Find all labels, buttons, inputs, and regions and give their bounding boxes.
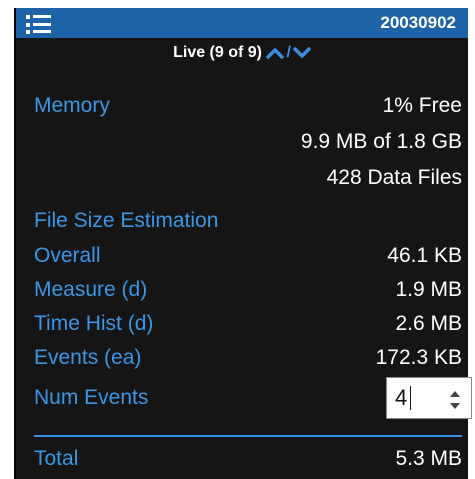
num-events-row: Num Events 4 [34, 377, 472, 419]
chevron-down-icon[interactable] [293, 46, 311, 60]
data-files-count: 428 Data Files [326, 166, 462, 189]
memory-row: Memory 1% Free [34, 89, 462, 123]
memory-usage-row: 9.9 MB of 1.8 GB [34, 125, 462, 159]
text-caret [410, 386, 411, 410]
estimation-row-overall: Overall 46.1 KB [34, 239, 462, 273]
overall-label: Overall [34, 244, 101, 267]
total-value: 5.3 MB [395, 447, 462, 470]
time-hist-label: Time Hist (d) [34, 312, 154, 335]
num-events-stepper[interactable]: 4 [386, 377, 472, 419]
background-window [0, 0, 475, 8]
estimation-heading: File Size Estimation [34, 209, 219, 232]
spinner-arrows-icon[interactable] [449, 388, 461, 410]
estimation-heading-row: File Size Estimation [34, 204, 462, 238]
memory-label: Memory [34, 94, 110, 117]
estimation-row-measure: Measure (d) 1.9 MB [34, 273, 462, 307]
live-label: Live (9 of 9) [173, 44, 262, 61]
title-bar: 20030902 [16, 8, 468, 38]
memory-free: 1% Free [382, 94, 462, 117]
events-value: 172.3 KB [375, 346, 462, 369]
time-hist-value: 2.6 MB [395, 312, 462, 335]
device-id: 20030902 [380, 13, 456, 32]
num-events-value[interactable]: 4 [395, 378, 407, 418]
total-divider [34, 435, 462, 437]
data-files-row: 428 Data Files [34, 161, 462, 195]
estimation-row-time-hist: Time Hist (d) 2.6 MB [34, 307, 462, 341]
menu-icon[interactable] [26, 14, 52, 34]
total-row: Total 5.3 MB [34, 442, 462, 476]
overall-value: 46.1 KB [387, 244, 462, 267]
memory-usage: 9.9 MB of 1.8 GB [300, 130, 462, 153]
live-separator: / [286, 44, 291, 61]
measure-label: Measure (d) [34, 278, 148, 301]
status-panel: 20030902 Live (9 of 9) / Memory 1% Free … [14, 8, 472, 479]
num-events-label: Num Events [34, 386, 149, 409]
chevron-up-icon[interactable] [266, 46, 285, 60]
live-indicator: Live (9 of 9) / [16, 44, 468, 62]
total-label: Total [34, 447, 79, 470]
estimation-row-events: Events (ea) 172.3 KB [34, 341, 462, 375]
measure-value: 1.9 MB [395, 278, 462, 301]
events-label: Events (ea) [34, 346, 142, 369]
